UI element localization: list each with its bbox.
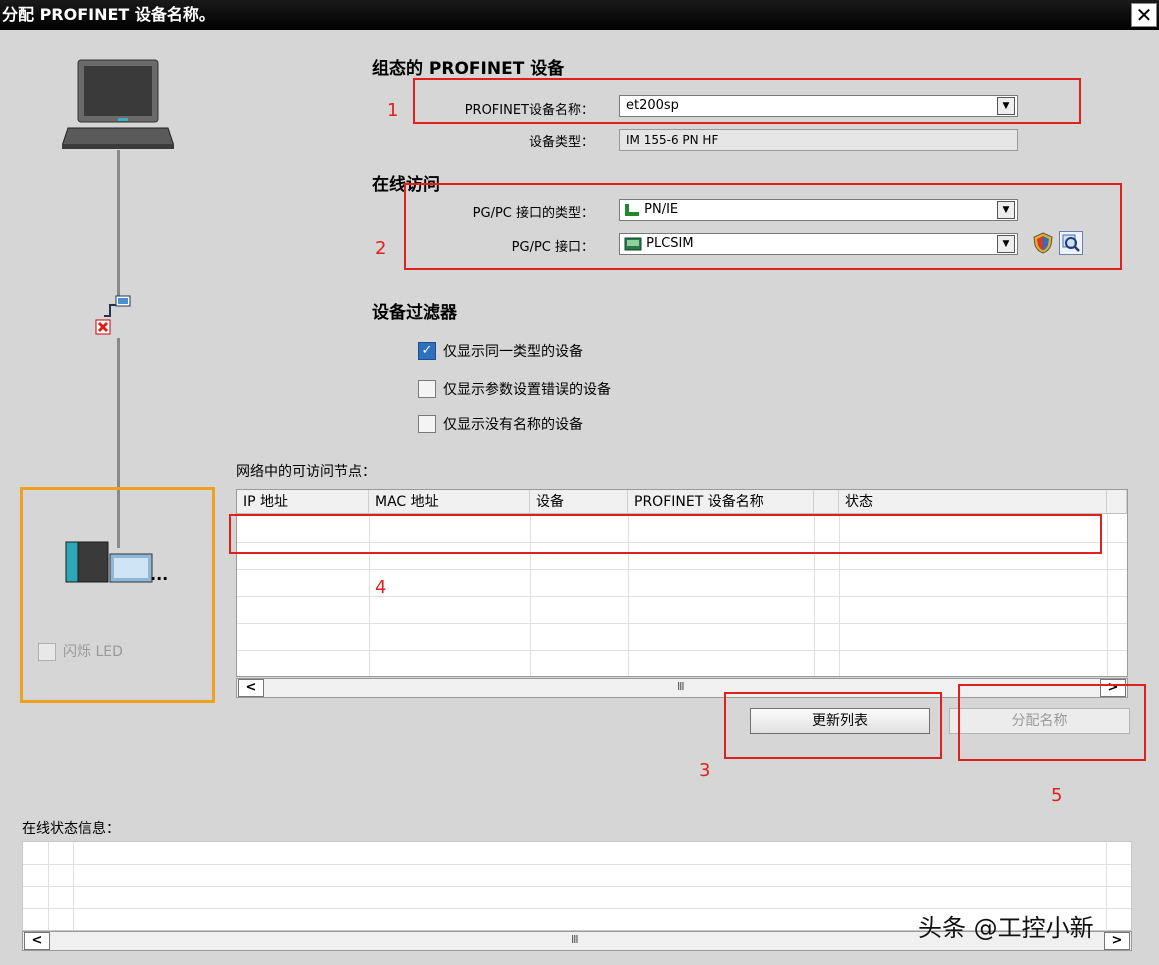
watermark: 头条 @工控小新 [918, 914, 1094, 942]
annotation-number-2: 2 [375, 238, 387, 259]
configured-device-heading: 组态的 PROFINET 设备 [372, 59, 565, 79]
scroll-thumb-grip[interactable]: Ⅲ [677, 680, 685, 693]
annotation-box-2 [404, 183, 1122, 270]
laptop-icon [61, 56, 175, 152]
column-header[interactable]: 设备 [530, 490, 628, 514]
status-info-heading: 在线状态信息： [22, 821, 120, 837]
window-title: 分配 PROFINET 设备名称。 [2, 5, 215, 24]
filter-param-error-label: 仅显示参数设置错误的设备 [443, 382, 611, 398]
flash-led-label: 闪烁 LED [63, 644, 123, 660]
filter-same-type-checkbox[interactable]: ✓ [418, 342, 436, 360]
row-divider [237, 623, 1127, 624]
column-header[interactable]: IP 地址 [237, 490, 369, 514]
row-divider [237, 596, 1127, 597]
annotation-number-4: 4 [375, 577, 387, 598]
row-divider [23, 864, 1131, 865]
device-type-label: 设备类型： [528, 135, 594, 150]
filter-no-name-checkbox[interactable] [418, 415, 436, 433]
annotation-number-1: 1 [387, 100, 399, 121]
scroll-left-button[interactable]: < [238, 679, 264, 697]
window-title-bar: 分配 PROFINET 设备名称。 [0, 0, 1159, 30]
annotation-number-5: 5 [1051, 785, 1063, 806]
annotation-box-3 [724, 692, 942, 759]
row-divider [237, 650, 1127, 651]
annotation-box-4 [229, 514, 1102, 554]
row-divider [237, 569, 1127, 570]
column-header[interactable]: PROFINET 设备名称 [628, 490, 814, 514]
flash-led-checkbox[interactable] [38, 643, 56, 661]
column-divider [1107, 514, 1108, 676]
column-header [1107, 490, 1127, 514]
more-devices-ellipsis: ... [150, 565, 169, 584]
nodes-heading: 网络中的可访问节点： [236, 464, 376, 480]
column-header[interactable]: 状态 [839, 490, 1107, 514]
close-button[interactable]: ✕ [1131, 3, 1157, 27]
scroll-right-button[interactable]: > [1104, 932, 1130, 950]
annotation-number-3: 3 [699, 760, 711, 781]
annotation-box-1 [413, 78, 1081, 124]
device-type-field: IM 155-6 PN HF [619, 129, 1018, 151]
device-filter-heading: 设备过滤器 [372, 303, 457, 323]
scroll-left-button[interactable]: < [24, 932, 50, 950]
filter-param-error-checkbox[interactable] [418, 380, 436, 398]
scroll-thumb-grip[interactable]: Ⅲ [571, 933, 579, 946]
annotation-box-5 [958, 684, 1146, 761]
column-header [814, 490, 839, 514]
column-header[interactable]: MAC 地址 [369, 490, 530, 514]
row-divider [23, 886, 1131, 887]
network-error-icon [94, 294, 134, 336]
filter-same-type-label: 仅显示同一类型的设备 [443, 344, 583, 360]
filter-no-name-label: 仅显示没有名称的设备 [443, 417, 583, 433]
connection-line [117, 150, 120, 300]
target-device-panel [20, 487, 215, 703]
